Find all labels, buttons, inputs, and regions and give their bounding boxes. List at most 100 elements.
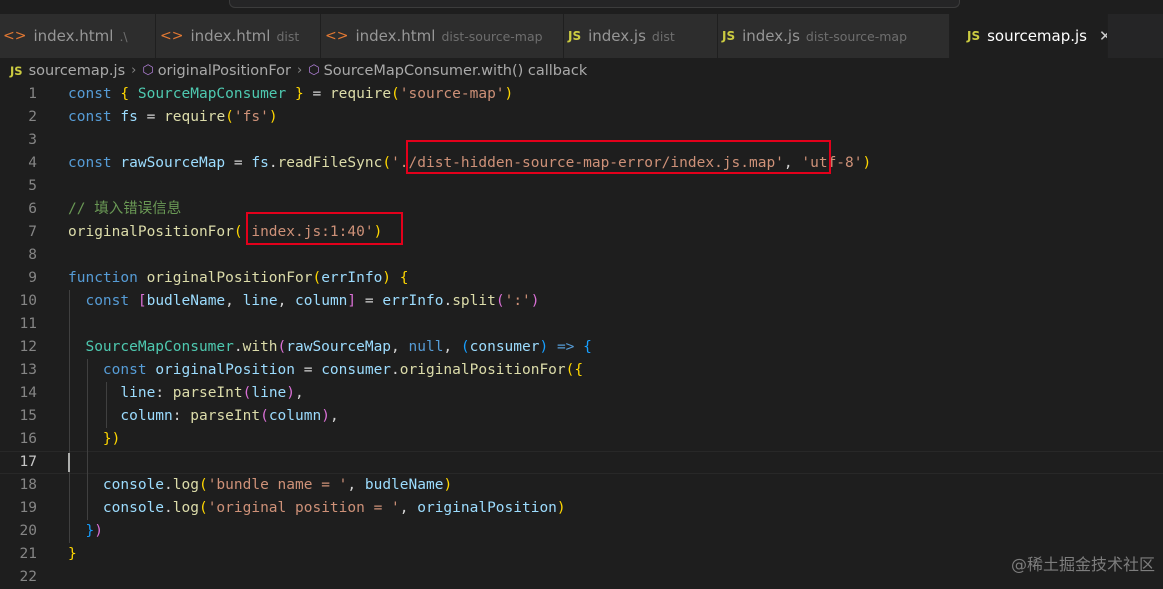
code-text: const fs = require('fs')	[68, 106, 278, 129]
code-token: ]	[347, 293, 357, 309]
code-line[interactable]: 21}	[0, 543, 1163, 566]
code-token: originalPositionFor	[399, 362, 566, 378]
code-line[interactable]: 15 column: parseInt(column),	[0, 405, 1163, 428]
code-line[interactable]: 10 const [budleName, line, column] = err…	[0, 290, 1163, 313]
line-number: 20	[19, 523, 37, 539]
code-token: readFileSync	[277, 155, 383, 171]
code-token: {	[120, 86, 138, 102]
code-line[interactable]: 6 // 填入错误信息	[0, 198, 1163, 221]
line-number: 7	[28, 224, 37, 240]
code-line[interactable]: 7 originalPositionFor('index.js:1:40')	[0, 221, 1163, 244]
code-token: [	[137, 293, 147, 309]
code-editor[interactable]: 1 const { SourceMapConsumer } = require('…	[0, 83, 1163, 585]
code-token: =	[303, 86, 330, 102]
breadcrumb-callback[interactable]: SourceMapConsumer.with() callback	[324, 63, 588, 79]
code-token: =	[225, 155, 252, 171]
tab-5[interactable]: JS sourcemap.js ✕	[950, 14, 1108, 58]
js-icon: JS	[967, 29, 981, 43]
line-number: 19	[19, 500, 37, 516]
code-token: (	[260, 408, 269, 424]
code-line[interactable]: 17	[0, 451, 1163, 474]
title-bar-strip	[0, 0, 1163, 8]
code-token: rawSourceMap	[120, 155, 226, 171]
code-line[interactable]: 16 })	[0, 428, 1163, 451]
tab-4[interactable]: JS index.js dist-source-map	[718, 14, 950, 58]
line-number: 8	[28, 247, 37, 263]
code-token: )	[556, 500, 566, 516]
code-text: console.log('bundle name = ', budleName)	[68, 474, 452, 497]
tab-description: .\	[119, 28, 128, 44]
method-icon: ⬡	[308, 63, 320, 78]
code-token: console	[102, 500, 165, 516]
line-number: 5	[28, 178, 37, 194]
tab-3[interactable]: JS index.js dist	[564, 14, 718, 58]
code-token: .	[443, 293, 453, 309]
tab-1[interactable]: <> index.html dist	[156, 14, 321, 58]
tab-2[interactable]: <> index.html dist-source-map	[321, 14, 564, 58]
editor-tab-bar: <> index.html .\ <> index.html dist <> index.ht…	[0, 14, 1163, 58]
js-icon: JS	[568, 29, 582, 43]
code-text: const [budleName, line, column] = errInf…	[68, 290, 540, 313]
close-icon[interactable]: ✕	[1099, 27, 1107, 45]
chevron-right-icon: ›	[297, 63, 303, 78]
code-token: )	[268, 109, 278, 125]
code-token: const	[85, 293, 138, 309]
code-token: )	[530, 293, 540, 309]
code-line[interactable]: 19 console.log('original position = ', o…	[0, 497, 1163, 520]
watermark: @稀土掘金技术社区	[1010, 555, 1155, 574]
line-number: 9	[28, 270, 37, 286]
code-line[interactable]: 13 const originalPosition = consumer.ori…	[0, 359, 1163, 382]
code-token: log	[172, 500, 199, 516]
tab-0[interactable]: <> index.html .\	[0, 14, 156, 58]
code-line[interactable]: 2 const fs = require('fs')	[0, 106, 1163, 129]
code-line[interactable]: 20 })	[0, 520, 1163, 543]
code-line[interactable]: 22	[0, 566, 1163, 589]
code-text: column: parseInt(column),	[68, 405, 338, 428]
code-line[interactable]: 11	[0, 313, 1163, 336]
text-cursor	[68, 453, 70, 472]
code-token: (	[382, 155, 392, 171]
code-token: originalPositionFor	[68, 224, 234, 240]
line-number: 22	[19, 569, 37, 585]
code-token: const	[68, 155, 121, 171]
code-line[interactable]: 5	[0, 175, 1163, 198]
code-token: originalPosition	[417, 500, 557, 516]
code-line[interactable]: 18 console.log('bundle name = ', budleNa…	[0, 474, 1163, 497]
code-token: with	[242, 339, 278, 355]
code-token: ,	[225, 293, 243, 309]
code-token: ,	[277, 293, 296, 309]
code-text: const originalPosition = consumer.origin…	[68, 359, 583, 382]
code-text: // 填入错误信息	[68, 198, 181, 221]
indent-guide	[106, 382, 107, 428]
code-token: column	[120, 408, 173, 424]
code-line[interactable]: 1 const { SourceMapConsumer } = require('…	[0, 83, 1163, 106]
code-line[interactable]: 12 SourceMapConsumer.with(rawSourceMap, …	[0, 336, 1163, 359]
code-token: (	[233, 224, 243, 240]
code-line[interactable]: 9 function originalPositionFor(errInfo) {	[0, 267, 1163, 290]
html-icon: <>	[3, 28, 27, 44]
code-token: require	[164, 109, 226, 125]
code-token: parseInt	[172, 385, 243, 401]
command-center-box[interactable]	[229, 0, 960, 8]
code-text: SourceMapConsumer.with(rawSourceMap, nul…	[68, 336, 591, 359]
code-token: ':'	[504, 293, 531, 309]
breadcrumb-file[interactable]: sourcemap.js	[29, 63, 126, 79]
code-token: errInfo	[382, 293, 444, 309]
html-icon: <>	[325, 28, 349, 44]
code-token: const	[102, 362, 156, 378]
code-line[interactable]: 14 line: parseInt(line),	[0, 382, 1163, 405]
breadcrumb-function[interactable]: originalPositionFor	[158, 63, 291, 79]
code-token: }	[85, 523, 95, 539]
code-token: line	[251, 385, 287, 401]
code-token: )	[382, 270, 392, 286]
code-line[interactable]: 8	[0, 244, 1163, 267]
code-token: )	[286, 385, 296, 401]
code-token: log	[172, 477, 199, 493]
code-token: column	[295, 293, 348, 309]
code-token: const	[68, 109, 121, 125]
